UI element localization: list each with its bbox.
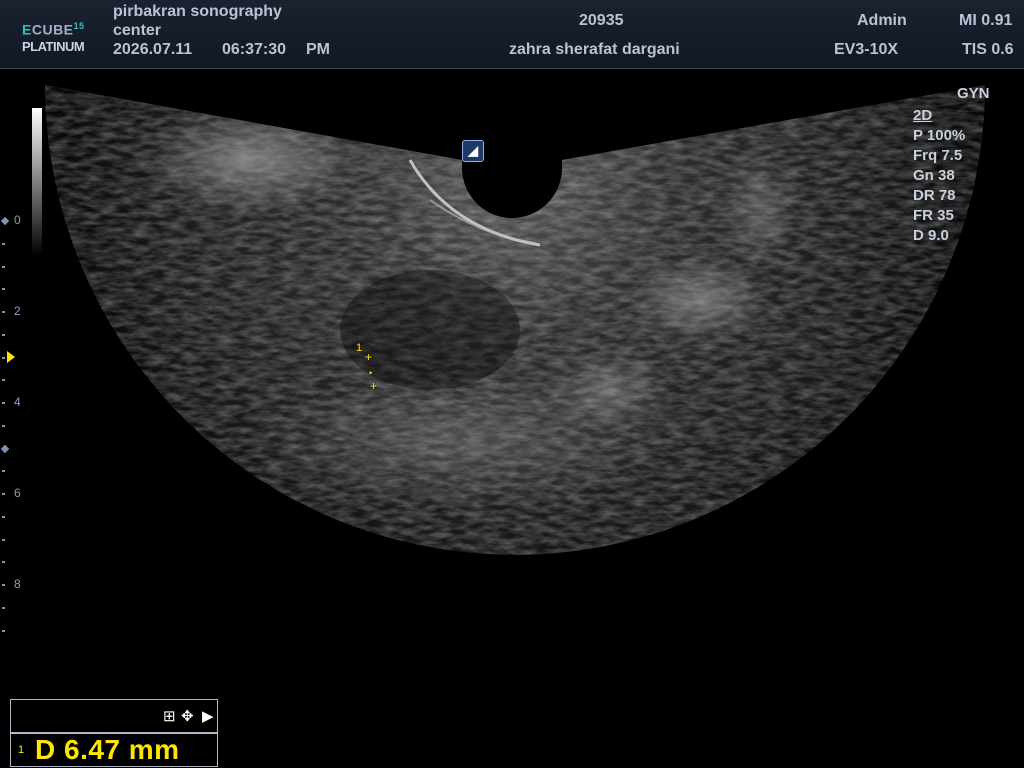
depth-tick xyxy=(2,539,5,541)
preset-label: GYN xyxy=(957,85,990,102)
grayscale-bar xyxy=(32,108,42,256)
brand-logo: ECUBE15 PLATINUM xyxy=(22,21,85,54)
depth-label: 8 xyxy=(14,577,21,591)
depth-value: D 9.0 xyxy=(913,227,949,244)
grid-icon[interactable]: ⊞ xyxy=(163,707,176,725)
depth-tick xyxy=(2,334,5,336)
depth-tick xyxy=(2,288,5,290)
measurement-index: 1 xyxy=(18,744,25,756)
operator-name: Admin xyxy=(857,12,907,29)
depth-label: 2 xyxy=(14,304,21,318)
depth-tick xyxy=(2,584,5,586)
move-icon[interactable]: ✥ xyxy=(181,707,194,725)
focus-marker-icon[interactable] xyxy=(7,351,15,363)
caliper-end-marker[interactable]: + xyxy=(370,380,377,392)
depth-tick xyxy=(2,266,5,268)
header-bar: ECUBE15 PLATINUM pirbakran sonography ce… xyxy=(0,0,1024,69)
measurement-result: 1 D 6.47 mm xyxy=(10,733,218,767)
power-value: P 100% xyxy=(913,127,966,144)
gain-value: Gn 38 xyxy=(913,167,955,184)
depth-tick xyxy=(2,357,5,359)
caliper-midpoint-marker: • xyxy=(369,368,373,378)
probe-orientation-icon: ◢ xyxy=(462,140,484,162)
frequency-value: Frq 7.5 xyxy=(913,147,963,164)
depth-tick xyxy=(2,402,5,404)
measurement-value: D 6.47 mm xyxy=(35,734,180,765)
institution-name-line1: pirbakran sonography xyxy=(113,3,282,20)
depth-tick xyxy=(2,470,5,472)
depth-tick xyxy=(2,379,5,381)
depth-tick xyxy=(2,311,5,313)
caliper-label: 1 xyxy=(356,342,363,354)
patient-name: zahra sherafat dargani xyxy=(509,41,680,58)
dynamic-range-value: DR 78 xyxy=(913,187,956,204)
frame-rate-value: FR 35 xyxy=(913,207,954,224)
patient-id: 20935 xyxy=(579,12,624,29)
depth-tick xyxy=(2,493,5,495)
depth-label: 0 xyxy=(14,213,21,227)
depth-label: 6 xyxy=(14,486,21,500)
mode-label: 2D xyxy=(913,107,933,124)
depth-tick xyxy=(2,243,5,245)
depth-tick xyxy=(2,425,5,427)
exam-date: 2026.07.11 xyxy=(113,41,193,58)
ultrasound-image[interactable] xyxy=(0,69,1024,768)
depth-tick xyxy=(2,630,5,632)
exam-ampm: PM xyxy=(306,41,330,58)
depth-label: 4 xyxy=(14,395,21,409)
institution-name-line2: center xyxy=(113,22,162,39)
caliper-start-marker[interactable]: + xyxy=(365,351,372,363)
thermal-index: TIS 0.6 xyxy=(962,41,1014,58)
measurement-toolbar: ⊞ ✥ ▶ xyxy=(10,699,218,733)
depth-tick xyxy=(2,561,5,563)
mechanical-index: MI 0.91 xyxy=(959,12,1013,29)
depth-tick xyxy=(2,607,5,609)
exam-time: 06:37:30 xyxy=(222,41,287,58)
next-arrow-icon[interactable]: ▶ xyxy=(202,707,214,725)
depth-tick xyxy=(2,516,5,518)
probe-name: EV3-10X xyxy=(834,41,899,58)
